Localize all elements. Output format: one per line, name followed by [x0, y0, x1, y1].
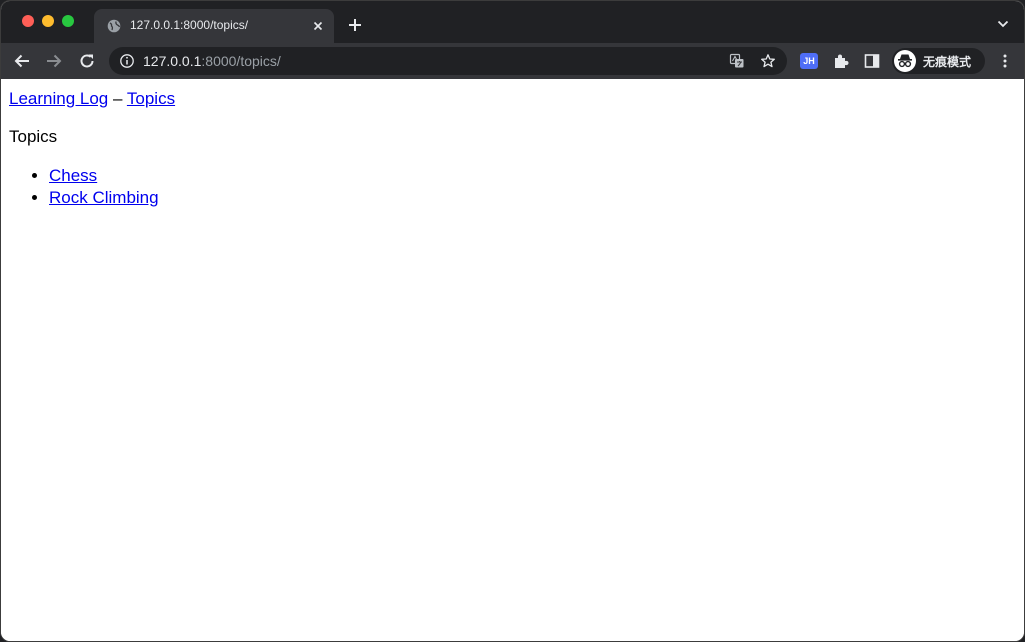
home-link[interactable]: Learning Log [9, 89, 108, 108]
site-nav: Learning Log – Topics [9, 89, 175, 109]
reload-icon[interactable] [78, 52, 96, 70]
topics-link[interactable]: Topics [127, 89, 175, 108]
info-icon[interactable] [119, 53, 135, 69]
back-arrow-icon[interactable] [13, 52, 31, 70]
topic-list: Chess Rock Climbing [49, 165, 159, 209]
url-path: :8000/topics/ [201, 53, 281, 69]
minimize-window-button[interactable] [42, 15, 54, 27]
globe-icon [107, 19, 121, 33]
browser-window: 127.0.0.1:8000/topics/ 127.0.0.1:8000/to… [0, 0, 1025, 642]
more-vert-icon[interactable] [997, 53, 1013, 69]
page-title: Topics [9, 127, 58, 146]
topic-link-chess[interactable]: Chess [49, 166, 97, 185]
active-tab[interactable]: 127.0.0.1:8000/topics/ [94, 9, 334, 43]
forward-arrow-icon[interactable] [45, 52, 63, 70]
topic-link-rock-climbing[interactable]: Rock Climbing [49, 188, 159, 207]
list-item: Rock Climbing [49, 187, 159, 209]
puzzle-icon[interactable] [832, 52, 850, 70]
extension-jh-button[interactable]: JH [800, 53, 818, 69]
plus-icon[interactable] [347, 17, 363, 33]
chevron-down-icon[interactable] [997, 19, 1009, 29]
tab-title: 127.0.0.1:8000/topics/ [130, 18, 249, 32]
list-item: Chess [49, 165, 159, 187]
avatar [894, 50, 916, 72]
incognito-label: 无痕模式 [923, 55, 972, 69]
translate-icon[interactable] [729, 53, 745, 69]
url-host: 127.0.0.1 [143, 53, 202, 69]
incognito-icon [898, 54, 912, 68]
incognito-profile-button[interactable]: 无痕模式 [892, 48, 985, 74]
url-text[interactable]: 127.0.0.1:8000/topics/ [143, 53, 281, 69]
zoom-window-button[interactable] [62, 15, 74, 27]
side-panel-icon[interactable] [864, 53, 880, 69]
close-window-button[interactable] [22, 15, 34, 27]
close-icon[interactable] [311, 19, 325, 33]
nav-separator: – [113, 89, 123, 108]
address-bar[interactable]: 127.0.0.1:8000/topics/ [109, 47, 787, 75]
page-content: Learning Log – Topics Topics Chess Rock … [1, 79, 1024, 641]
tab-strip: 127.0.0.1:8000/topics/ [1, 1, 1024, 43]
star-icon[interactable] [760, 53, 776, 69]
